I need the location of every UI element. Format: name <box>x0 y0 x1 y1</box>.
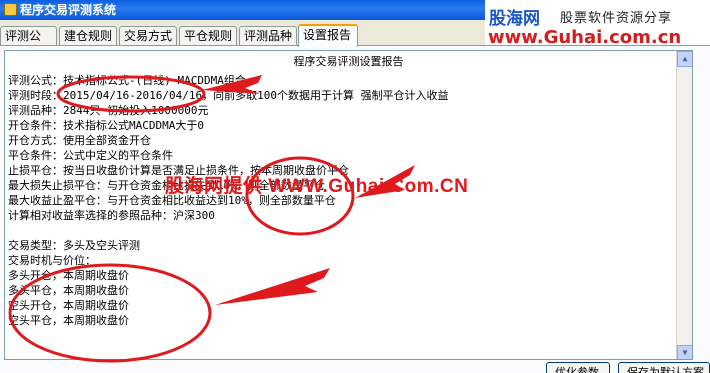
report-line: 空头平仓，本周期收盘价 <box>8 314 129 327</box>
tab-report[interactable]: 设置报告 <box>298 24 358 47</box>
report-line: 多头平仓，本周期收盘价 <box>8 284 129 297</box>
tab-instruments[interactable]: 评测品种 <box>239 26 297 46</box>
optimize-params-button[interactable]: 优化参数 <box>546 362 610 373</box>
report-line: 开仓条件：技术指标公式MACDDMA大于0 <box>8 119 204 132</box>
brand-slogan: 股票软件资源分享 <box>560 11 673 26</box>
save-default-plan-button[interactable]: 保存为默认方案 <box>618 362 710 373</box>
app-window: 程序交易评测系统 股海网 股票软件资源分享 www.Guhai.com.cn 评… <box>0 0 710 373</box>
app-icon <box>4 3 17 16</box>
scroll-up-icon[interactable]: ▲ <box>677 51 692 67</box>
tab-panel: 程序交易评测设置报告 评测公式：技术指标公式-(日线)-MACDDMA组合 评测… <box>0 45 710 373</box>
report-line: 开仓方式：使用全部资金开仓 <box>8 134 151 147</box>
report-line: 交易类型：多头及空头评测 <box>8 239 140 252</box>
window-title: 程序交易评测系统 <box>20 3 117 17</box>
scroll-down-icon[interactable]: ▼ <box>677 345 692 359</box>
title-bar: 程序交易评测系统 <box>0 0 485 20</box>
report-line: 评测时段：2015/04/16-2016/04/16，向前多取100个数据用于计… <box>8 89 449 102</box>
report-line: 评测品种：2844只 初始投入1000000元 <box>8 104 209 117</box>
report-line: 交易时机与价位： <box>8 254 96 267</box>
report-line: 评测公式：技术指标公式-(日线)-MACDDMA组合 <box>8 74 246 87</box>
report-line: 多头开仓，本周期收盘价 <box>8 269 129 282</box>
tab-close-rules[interactable]: 平仓规则 <box>179 26 237 46</box>
tab-trade-mode[interactable]: 交易方式 <box>119 26 177 46</box>
tab-formula[interactable]: 评测公式 <box>0 26 57 62</box>
vertical-scrollbar[interactable]: ▲ ▼ <box>676 51 692 359</box>
brand-logo: 股海网 <box>489 9 540 29</box>
report-line: 平仓条件：公式中定义的平仓条件 <box>8 149 173 162</box>
report-line: 计算相对收益率选择的参照品种：沪深300 <box>8 209 215 222</box>
report-textbox[interactable]: 程序交易评测设置报告 评测公式：技术指标公式-(日线)-MACDDMA组合 评测… <box>4 50 693 360</box>
report-title: 程序交易评测设置报告 <box>293 55 404 68</box>
report-line: 空头开仓，本周期收盘价 <box>8 299 129 312</box>
watermark-text: 股海网提供 WWW.Guhai.Com.CN <box>165 176 469 197</box>
tab-open-rules[interactable]: 建仓规则 <box>59 26 117 46</box>
tab-bar: 评测公式 建仓规则 交易方式 平仓规则 评测品种 设置报告 <box>0 24 485 62</box>
